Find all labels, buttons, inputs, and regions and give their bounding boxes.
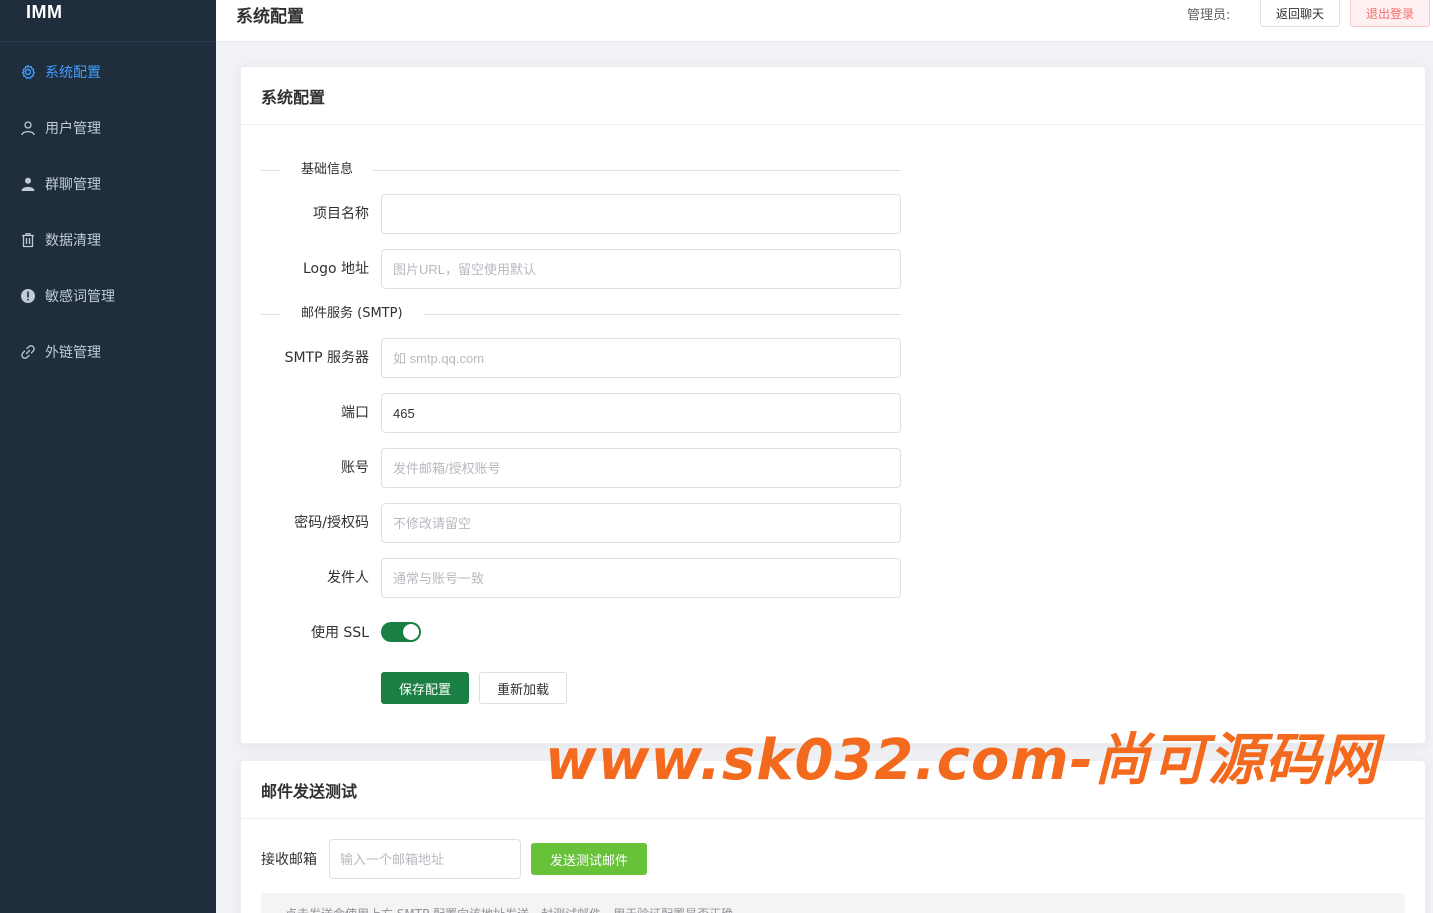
page-title: 系统配置 [236,7,304,27]
password-label: 密码/授权码 [294,515,369,531]
admin-label: 管理员: [1187,8,1231,23]
back-to-chat-button[interactable]: 返回聊天 [1260,0,1340,27]
sidebar-item-label: 数据清理 [45,233,101,249]
top-header: 系统配置 管理员: 返回聊天 退出登录 [216,0,1433,42]
project-name-label: 项目名称 [313,206,369,222]
ssl-toggle-switch[interactable] [381,622,421,642]
section-title-basic: 基础信息 [281,161,374,179]
sidebar-item-groups[interactable]: 群聊管理 [0,156,216,212]
section-divider-smtp: 邮件服务 (SMTP) [261,305,901,323]
sender-label: 发件人 [327,570,369,586]
port-input[interactable] [381,393,901,433]
system-config-card: 系统配置 基础信息 项目名称 Logo 地址 邮件服务 (SMTP) SMTP … [240,66,1426,744]
ssl-toggle-knob [403,624,419,640]
sidebar-item-label: 群聊管理 [45,177,101,193]
sender-input[interactable] [381,558,901,598]
form-row-password: 密码/授权码 [241,503,941,543]
logout-button[interactable]: 退出登录 [1350,0,1430,27]
password-input[interactable] [381,503,901,543]
logo-url-label: Logo 地址 [302,261,369,277]
port-label: 端口 [341,405,369,421]
sidebar-item-label: 系统配置 [45,65,101,81]
sidebar: IMM 系统配置 用户管理 群聊管理 数据清理 敏感词管理 外链管理 [0,0,216,913]
warning-icon [20,288,36,304]
account-label: 账号 [341,460,369,476]
card-title: 系统配置 [241,67,1425,125]
link-icon [20,344,36,360]
smtp-server-label: SMTP 服务器 [284,350,369,366]
sidebar-item-system-config[interactable]: 系统配置 [0,44,216,100]
form-row-ssl: 使用 SSL [241,613,941,653]
project-name-input[interactable] [381,194,901,234]
form-actions: 保存配置 重新加载 [241,672,941,712]
receiver-email-input[interactable] [329,839,521,879]
group-icon [20,176,36,192]
save-config-button[interactable]: 保存配置 [381,672,469,704]
form-row-logo-url: Logo 地址 [241,249,941,289]
sidebar-item-external-links[interactable]: 外链管理 [0,324,216,380]
watermark-text: www.sk032.com-尚可源码网 [545,728,1379,793]
form-row-port: 端口 [241,393,941,433]
sidebar-item-users[interactable]: 用户管理 [0,100,216,156]
sidebar-item-sensitive-words[interactable]: 敏感词管理 [0,268,216,324]
smtp-server-input[interactable] [381,338,901,378]
sidebar-item-label: 外链管理 [45,345,101,361]
sidebar-item-label: 用户管理 [45,121,101,137]
send-test-email-button[interactable]: 发送测试邮件 [531,843,647,875]
section-title-smtp: 邮件服务 (SMTP) [281,305,423,323]
sidebar-item-data-cleanup[interactable]: 数据清理 [0,212,216,268]
form-row-smtp-server: SMTP 服务器 [241,338,941,378]
user-icon [20,120,36,136]
logo-url-input[interactable] [381,249,901,289]
sidebar-menu: 系统配置 用户管理 群聊管理 数据清理 敏感词管理 外链管理 [0,42,216,380]
app-logo-text: IMM [26,2,63,22]
account-input[interactable] [381,448,901,488]
receiver-email-label: 接收邮箱 [261,852,317,868]
form-row-sender: 发件人 [241,558,941,598]
app-logo: IMM [0,0,216,42]
section-divider-basic: 基础信息 [261,161,901,179]
gear-icon [20,64,36,80]
ssl-label: 使用 SSL [310,625,369,641]
sidebar-item-label: 敏感词管理 [45,289,115,305]
form-row-project-name: 项目名称 [241,194,941,234]
form-row-account: 账号 [241,448,941,488]
reload-button[interactable]: 重新加载 [479,672,567,704]
trash-icon [20,232,36,248]
test-info-note: 点击发送会使用上方 SMTP 配置向该地址发送一封测试邮件，用于验证配置是否正确 [261,893,1405,913]
